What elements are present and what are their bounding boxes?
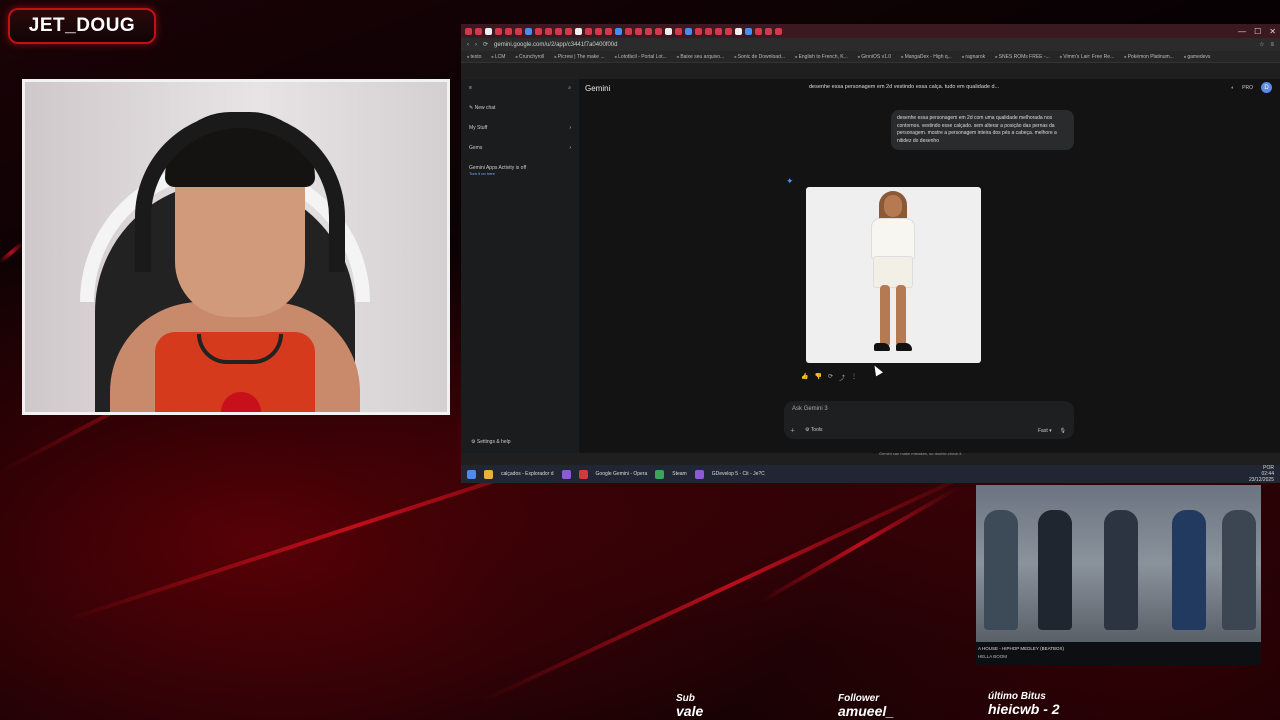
- more-icon[interactable]: ⋮: [851, 373, 857, 382]
- gemini-main: Gemini desenhe essa personagem em 2d ves…: [579, 79, 1280, 456]
- taskbar-item[interactable]: Google Gemini - Opera: [596, 471, 648, 477]
- chrome-icon[interactable]: [655, 469, 665, 479]
- last-bits-label: último Bitus hieicwb - 2: [988, 692, 1060, 717]
- redo-icon[interactable]: ⟳: [828, 373, 833, 382]
- generated-image[interactable]: [806, 187, 981, 363]
- sub-value: vale: [676, 703, 704, 719]
- chevron-right-icon: ›: [569, 145, 571, 151]
- bookmarks-bar: testo LCM Crunchyroll Picrew | The make …: [461, 51, 1280, 63]
- taskbar-item[interactable]: GDevelop 5 - Cit - Je?C: [712, 471, 765, 477]
- add-icon[interactable]: ＋: [790, 427, 795, 434]
- address-bar[interactable]: ‹ › ⟳ gemini.google.com/u/2/app/c3441f7a…: [461, 38, 1280, 51]
- search-icon[interactable]: ⌕: [568, 85, 571, 91]
- activity-notice[interactable]: Gemini Apps Activity is off Turn it on h…: [469, 165, 571, 176]
- mic-icon[interactable]: 🎙: [1060, 428, 1066, 434]
- conversation-title[interactable]: desenhe essa personagem em 2d vestindo e…: [809, 84, 999, 90]
- mode-select[interactable]: Fast ▾: [1038, 428, 1052, 434]
- app-icon[interactable]: [561, 469, 571, 479]
- bookmark[interactable]: Baixe seu arquivo...: [677, 54, 724, 60]
- video-overlay: A HOUSE - HIPHOP MEDLEY (BEATBOX) HELLA …: [976, 485, 1261, 665]
- mode-label: Fast: [1038, 428, 1048, 434]
- forward-icon[interactable]: ›: [475, 42, 477, 48]
- star-icon[interactable]: ☆: [1259, 41, 1264, 48]
- new-chat-label: New chat: [474, 105, 496, 111]
- reload-icon[interactable]: ⟳: [483, 41, 488, 48]
- app-title: Gemini: [585, 84, 611, 93]
- menu-icon[interactable]: ≡: [1270, 42, 1274, 48]
- settings-label: Settings & help: [476, 439, 511, 445]
- bookmark[interactable]: Picrew | The make ...: [554, 54, 605, 60]
- file-explorer-icon[interactable]: [484, 469, 493, 479]
- dancer: [1104, 510, 1138, 630]
- taskbar-item[interactable]: Steam: [672, 471, 686, 477]
- prompt-input[interactable]: Ask Gemini 3 ＋ ⚙ Tools Fast ▾ 🎙: [784, 401, 1074, 439]
- prompt-placeholder: Ask Gemini 3: [792, 406, 828, 412]
- chevron-right-icon: ›: [569, 125, 571, 131]
- disclaimer: Gemini can make mistakes, so double-chec…: [879, 451, 962, 456]
- webcam-feed: [22, 79, 450, 415]
- bookmark[interactable]: Crunchyroll: [515, 54, 544, 60]
- bookmark[interactable]: SNES ROMs FREE -...: [995, 54, 1050, 60]
- tools-label: Tools: [810, 427, 823, 433]
- browser-tab-strip[interactable]: — ☐ ✕: [461, 24, 1280, 38]
- system-tray[interactable]: POR 02:44 23/12/2025: [1249, 465, 1274, 483]
- dancer: [1172, 510, 1206, 630]
- activity-link[interactable]: Turn it on here: [469, 171, 571, 176]
- pro-badge: PRO: [1242, 84, 1253, 91]
- tools-button[interactable]: ⚙ Tools: [805, 427, 822, 434]
- clock-date: 23/12/2025: [1248, 477, 1274, 483]
- new-chat-button[interactable]: ✎ New chat: [469, 105, 571, 111]
- dancer: [984, 510, 1018, 630]
- avatar[interactable]: D: [1261, 82, 1272, 93]
- back-icon[interactable]: ‹: [467, 42, 469, 48]
- sidebar-item-gems[interactable]: Gems ›: [469, 145, 571, 151]
- thumbs-down-icon[interactable]: 👎: [814, 373, 821, 382]
- my-stuff-label: My Stuff: [469, 125, 488, 131]
- bookmark[interactable]: Lotofácil - Portal Lot...: [615, 54, 667, 60]
- bookmark[interactable]: ragnarok: [962, 54, 985, 60]
- bookmark[interactable]: Pokémon Platinum...: [1124, 54, 1174, 60]
- follower-value: amueel_: [838, 703, 895, 719]
- close-button[interactable]: ✕: [1269, 27, 1276, 36]
- gemini-sidebar: ≡ ⌕ ✎ New chat My Stuff › Gems › Gemini Ap…: [461, 79, 579, 453]
- bookmark[interactable]: Vimm's Lair: Free Re...: [1060, 54, 1114, 60]
- opera-icon[interactable]: [578, 469, 588, 479]
- bits-value: hieicwb - 2: [988, 701, 1060, 717]
- screen-capture: — ☐ ✕ ‹ › ⟳ gemini.google.com/u/2/app/c3…: [461, 24, 1280, 483]
- bookmark[interactable]: English to French, K...: [795, 54, 848, 60]
- minimize-button[interactable]: —: [1238, 27, 1246, 36]
- windows-taskbar: calçados - Explorador d Google Gemini - …: [461, 465, 1280, 483]
- bookmark[interactable]: Sonic de Download...: [734, 54, 785, 60]
- settings-help-button[interactable]: ⚙ Settings & help: [471, 439, 511, 445]
- channel-name[interactable]: HELLA BOOM: [978, 654, 1007, 659]
- maximize-button[interactable]: ☐: [1254, 27, 1261, 36]
- streamer-nameplate: JET_DOUG: [8, 8, 156, 44]
- sidebar-item-my-stuff[interactable]: My Stuff ›: [469, 125, 571, 131]
- share-icon[interactable]: ⤴: [839, 373, 845, 382]
- dancer: [1222, 510, 1256, 630]
- url-field[interactable]: gemini.google.com/u/2/app/c3441f7a0400f0…: [494, 42, 1253, 48]
- response-actions: 👍 👎 ⟳ ⤴ ⋮: [801, 373, 857, 382]
- gdevelop-icon[interactable]: [694, 469, 704, 479]
- taskbar-item[interactable]: calçados - Explorador d: [501, 471, 554, 477]
- windows-start-icon[interactable]: [467, 469, 476, 479]
- incognito-icon[interactable]: ◐: [1231, 85, 1234, 91]
- user-message: desenhe essa personagem em 2d com uma qu…: [891, 110, 1074, 150]
- video-title: A HOUSE - HIPHOP MEDLEY (BEATBOX): [978, 646, 1065, 651]
- gemini-spark-icon: ✦: [786, 176, 794, 186]
- gems-label: Gems: [469, 145, 483, 151]
- bookmark[interactable]: MangaDex - High q...: [901, 54, 952, 60]
- bookmark[interactable]: LCM: [491, 54, 506, 60]
- dancer: [1038, 510, 1072, 630]
- bookmark[interactable]: testo: [467, 54, 482, 60]
- last-sub-label: Sub vale: [676, 694, 704, 719]
- hamburger-icon[interactable]: ≡: [469, 85, 472, 91]
- bookmark[interactable]: gamedevs: [1184, 54, 1210, 60]
- last-follower-label: Follower amueel_: [838, 694, 895, 719]
- thumbs-up-icon[interactable]: 👍: [801, 373, 808, 382]
- bookmark[interactable]: GinniOS v1.0: [858, 54, 891, 60]
